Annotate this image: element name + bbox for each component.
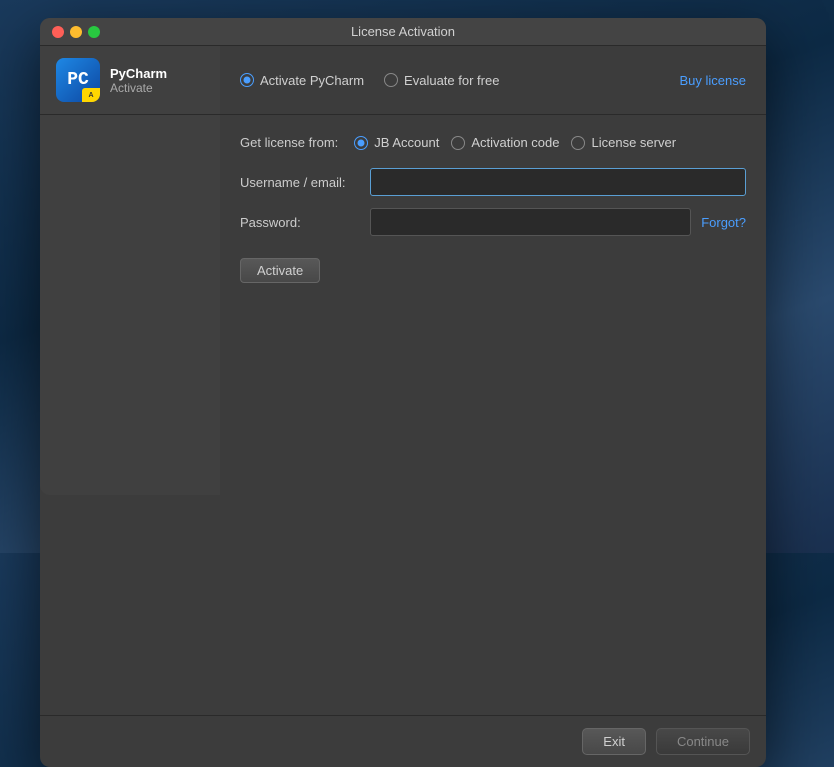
exit-button[interactable]: Exit <box>582 728 646 755</box>
main-col: Get license from: JB Account Activation … <box>220 115 766 495</box>
license-server-radio[interactable] <box>571 136 585 150</box>
license-server-option[interactable]: License server <box>571 135 676 150</box>
jb-account-radio[interactable] <box>354 136 368 150</box>
license-source-row: Get license from: JB Account Activation … <box>240 135 746 150</box>
activation-code-option[interactable]: Activation code <box>451 135 559 150</box>
content-wrapper: Get license from: JB Account Activation … <box>40 115 766 495</box>
continue-button[interactable]: Continue <box>656 728 750 755</box>
title-bar: License Activation <box>40 18 766 46</box>
close-button[interactable] <box>52 26 64 38</box>
activation-code-radio[interactable] <box>451 136 465 150</box>
activate-button[interactable]: Activate <box>240 258 320 283</box>
evaluate-free-radio[interactable] <box>384 73 398 87</box>
password-row: Password: Forgot? <box>240 208 746 236</box>
activation-code-label: Activation code <box>471 135 559 150</box>
activate-pycharm-radio[interactable] <box>240 73 254 87</box>
buy-license-link[interactable]: Buy license <box>680 73 746 88</box>
pycharm-logo-icon: PC A <box>56 58 100 102</box>
forgot-link[interactable]: Forgot? <box>701 215 746 230</box>
window-title: License Activation <box>351 24 455 39</box>
evaluate-free-option[interactable]: Evaluate for free <box>384 73 499 88</box>
maximize-button[interactable] <box>88 26 100 38</box>
jb-account-option[interactable]: JB Account <box>354 135 439 150</box>
logo-subtitle: Activate <box>110 81 167 95</box>
license-server-label: License server <box>591 135 676 150</box>
password-input[interactable] <box>370 208 691 236</box>
bottom-bar: Exit Continue <box>40 715 766 767</box>
activate-pycharm-label: Activate PyCharm <box>260 73 364 88</box>
license-activation-window: License Activation PC A PyCharm Activate… <box>40 18 766 767</box>
options-area: Activate PyCharm Evaluate for free Buy l… <box>220 46 766 114</box>
logo-initials: PC <box>67 71 89 89</box>
password-label: Password: <box>240 215 370 230</box>
username-row: Username / email: <box>240 168 746 196</box>
activate-pycharm-option[interactable]: Activate PyCharm <box>240 73 364 88</box>
logo-area: PC A PyCharm Activate <box>40 46 220 114</box>
sidebar-col <box>40 115 220 495</box>
traffic-lights <box>52 26 100 38</box>
logo-badge: A <box>82 88 100 102</box>
activate-button-row: Activate <box>240 248 746 283</box>
username-label: Username / email: <box>240 175 370 190</box>
jb-account-label: JB Account <box>374 135 439 150</box>
logo-badge-text: A <box>88 92 93 99</box>
evaluate-free-label: Evaluate for free <box>404 73 499 88</box>
logo-labels: PyCharm Activate <box>110 66 167 95</box>
minimize-button[interactable] <box>70 26 82 38</box>
top-section: PC A PyCharm Activate Activate PyCharm E… <box>40 46 766 115</box>
logo-title: PyCharm <box>110 66 167 81</box>
license-source-label: Get license from: <box>240 135 338 150</box>
activation-options: Activate PyCharm Evaluate for free <box>240 73 499 88</box>
username-input[interactable] <box>370 168 746 196</box>
